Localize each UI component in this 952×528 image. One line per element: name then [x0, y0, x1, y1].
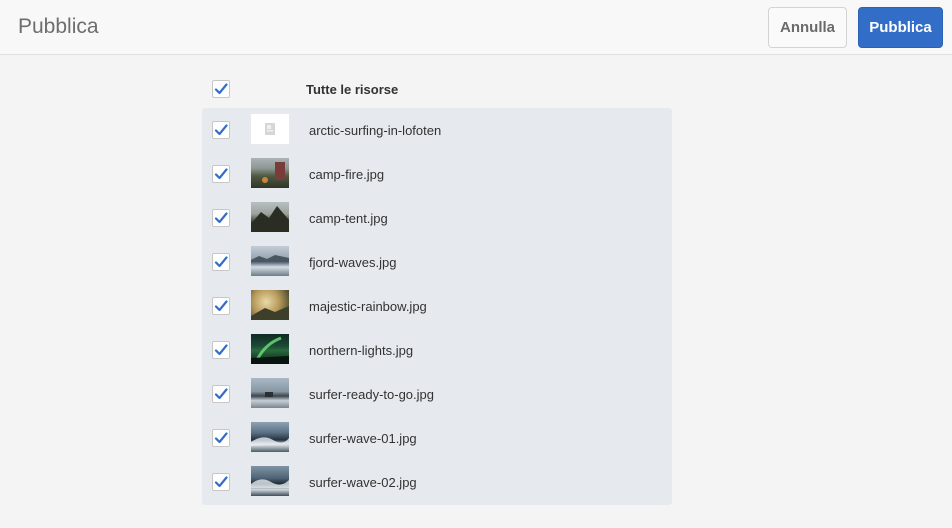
checkmark-icon [214, 124, 228, 136]
rainbow-photo-icon [251, 306, 289, 320]
asset-name: arctic-surfing-in-lofoten [309, 123, 442, 138]
folder-placeholder-icon [265, 123, 275, 135]
wave-photo-icon [251, 479, 289, 488]
asset-row: surfer-ready-to-go.jpg [202, 372, 672, 416]
fjord-photo-icon [251, 255, 289, 262]
asset-checkbox[interactable] [212, 121, 230, 139]
asset-name: majestic-rainbow.jpg [309, 299, 427, 314]
cancel-button[interactable]: Annulla [768, 7, 847, 48]
select-all-label: Tutte le risorse [306, 82, 399, 97]
asset-checkbox[interactable] [212, 209, 230, 227]
header-bar: Pubblica Annulla Pubblica [0, 0, 952, 55]
asset-checkbox[interactable] [212, 385, 230, 403]
asset-thumbnail [251, 466, 289, 496]
asset-name: northern-lights.jpg [309, 343, 414, 358]
checkmark-icon [214, 168, 228, 180]
campfire-photo-icon [262, 162, 285, 183]
asset-name: surfer-ready-to-go.jpg [309, 387, 434, 402]
asset-checkbox[interactable] [212, 297, 230, 315]
asset-thumbnail [251, 158, 289, 188]
asset-thumbnail [251, 114, 289, 144]
aurora-photo-icon [251, 336, 289, 364]
asset-row: camp-fire.jpg [202, 152, 672, 196]
asset-checkbox[interactable] [212, 253, 230, 271]
asset-checkbox[interactable] [212, 165, 230, 183]
asset-thumbnail [251, 378, 289, 408]
asset-name: surfer-wave-02.jpg [309, 475, 417, 490]
asset-thumbnail [251, 334, 289, 364]
checkmark-icon [214, 432, 228, 444]
wave-photo-icon [251, 437, 289, 446]
asset-thumbnail [251, 422, 289, 452]
asset-row: surfer-wave-01.jpg [202, 416, 672, 460]
publish-button[interactable]: Pubblica [858, 7, 943, 48]
asset-checkbox[interactable] [212, 341, 230, 359]
mountain-photo-icon [251, 206, 289, 232]
asset-thumbnail [251, 290, 289, 320]
checkmark-icon [214, 212, 228, 224]
asset-name: camp-tent.jpg [309, 211, 388, 226]
checkmark-icon [214, 344, 228, 356]
asset-row: surfer-wave-02.jpg [202, 460, 672, 504]
asset-name: fjord-waves.jpg [309, 255, 397, 270]
checkmark-icon [214, 300, 228, 312]
asset-row: camp-tent.jpg [202, 196, 672, 240]
asset-row: majestic-rainbow.jpg [202, 284, 672, 328]
checkmark-icon [214, 256, 228, 268]
checkmark-icon [214, 388, 228, 400]
checkmark-icon [214, 83, 228, 95]
select-all-checkbox[interactable] [212, 80, 230, 98]
asset-checkbox[interactable] [212, 429, 230, 447]
asset-list: arctic-surfing-in-lofoten camp-fire.jpg … [202, 108, 672, 505]
asset-name: camp-fire.jpg [309, 167, 385, 182]
asset-checkbox[interactable] [212, 473, 230, 491]
asset-row: northern-lights.jpg [202, 328, 672, 372]
checkmark-icon [214, 476, 228, 488]
asset-thumbnail [251, 202, 289, 232]
asset-thumbnail [251, 246, 289, 276]
asset-name: surfer-wave-01.jpg [309, 431, 417, 446]
asset-row: fjord-waves.jpg [202, 240, 672, 284]
page-title: Pubblica [18, 15, 99, 38]
surfer-beach-photo-icon [265, 392, 273, 397]
asset-row: arctic-surfing-in-lofoten [202, 108, 672, 152]
